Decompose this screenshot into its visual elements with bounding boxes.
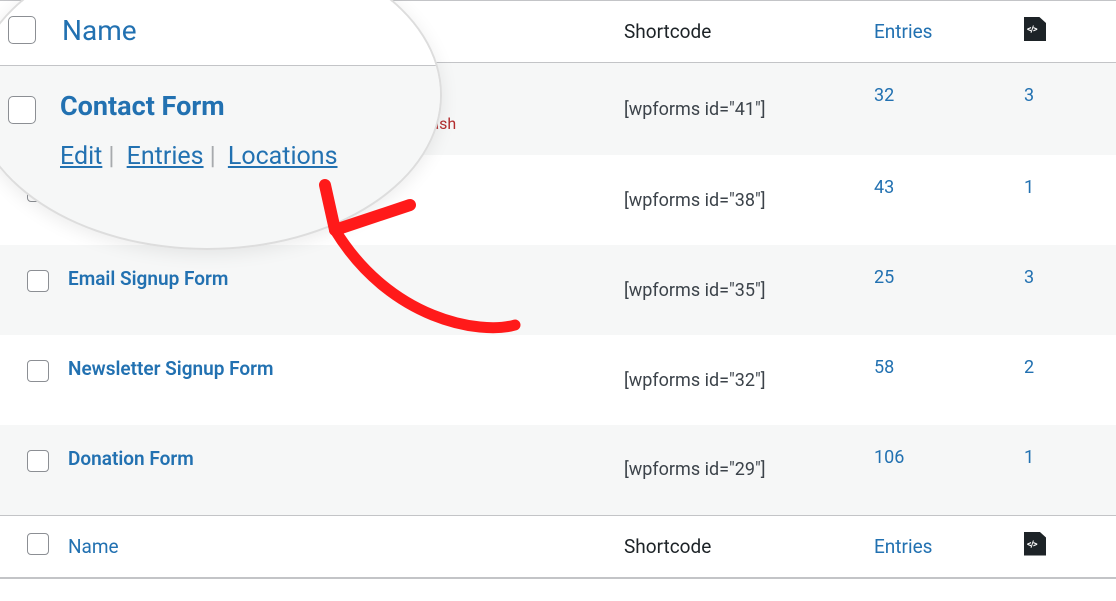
- shortcode-cell: [wpforms id="41"]: [612, 63, 862, 156]
- header-shortcode: Shortcode: [612, 1, 862, 63]
- footer-name[interactable]: Name: [68, 535, 119, 558]
- magnifier-actions: Edit| Entries| Locations: [60, 142, 338, 171]
- select-all-bottom[interactable]: [27, 533, 49, 555]
- shortcode-cell: [wpforms id="29"]: [612, 425, 862, 515]
- locations-link[interactable]: 1: [1024, 177, 1034, 198]
- footer-entries[interactable]: Entries: [874, 535, 932, 558]
- locations-link[interactable]: 1: [1024, 447, 1034, 468]
- table-row: Donation Form [wpforms id="29"] 106 1: [0, 425, 1116, 515]
- footer-shortcode: Shortcode: [612, 515, 862, 577]
- entries-link[interactable]: 25: [874, 267, 894, 288]
- locations-link[interactable]: 3: [1024, 85, 1034, 106]
- locations-link[interactable]: 2: [1024, 357, 1034, 378]
- entries-link[interactable]: 32: [874, 85, 894, 106]
- header-locations: [1012, 1, 1116, 63]
- form-title-link[interactable]: Donation Form: [68, 447, 194, 470]
- footer-locations: [1012, 515, 1116, 577]
- code-icon: [1024, 532, 1046, 556]
- magnifier-row-checkbox[interactable]: [8, 96, 36, 124]
- row-checkbox[interactable]: [27, 270, 49, 292]
- header-entries[interactable]: Entries: [874, 20, 932, 43]
- locations-link[interactable]: 3: [1024, 267, 1034, 288]
- code-icon: [1024, 17, 1046, 41]
- magnifier-form-title[interactable]: Contact Form: [60, 90, 338, 122]
- shortcode-cell: [wpforms id="35"]: [612, 245, 862, 335]
- shortcode-cell: [wpforms id="38"]: [612, 155, 862, 245]
- entries-link[interactable]: 43: [874, 177, 894, 198]
- form-title-link[interactable]: Newsletter Signup Form: [68, 357, 273, 380]
- shortcode-cell: [wpforms id="32"]: [612, 335, 862, 425]
- magnifier-header-name: Name: [62, 14, 137, 47]
- magnifier-select-all[interactable]: [8, 16, 36, 44]
- magnifier-action-entries[interactable]: Entries: [127, 142, 204, 171]
- form-title-link[interactable]: Email Signup Form: [68, 267, 228, 290]
- entries-link[interactable]: 58: [874, 357, 894, 378]
- magnifier-action-edit[interactable]: Edit: [60, 142, 102, 171]
- magnifier-header: Name: [0, 2, 440, 66]
- table-row: Email Signup Form [wpforms id="35"] 25 3: [0, 245, 1116, 335]
- table-row: Newsletter Signup Form [wpforms id="32"]…: [0, 335, 1116, 425]
- magnifier-action-locations[interactable]: Locations: [228, 142, 338, 171]
- row-checkbox[interactable]: [27, 450, 49, 472]
- table-footer-row: Name Shortcode Entries: [0, 515, 1116, 577]
- entries-link[interactable]: 106: [874, 447, 904, 468]
- magnifier-row: Contact Form Edit| Entries| Locations: [0, 66, 440, 181]
- row-checkbox[interactable]: [27, 360, 49, 382]
